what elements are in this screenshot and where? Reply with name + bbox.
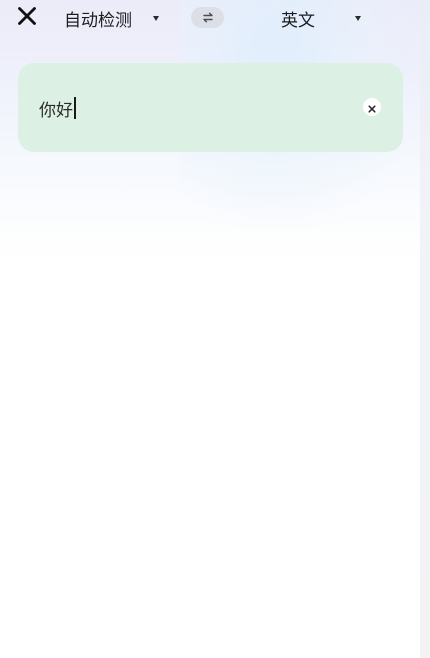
source-text-field[interactable]: 你好 bbox=[39, 95, 76, 121]
target-language-selector[interactable]: 英文 bbox=[281, 5, 361, 31]
target-language-label: 英文 bbox=[281, 10, 315, 31]
caret-down-icon bbox=[153, 15, 159, 21]
caret-down-icon bbox=[355, 15, 361, 21]
source-language-label: 自动检测 bbox=[64, 10, 132, 31]
clear-input-button[interactable] bbox=[363, 98, 381, 116]
close-icon bbox=[17, 6, 37, 30]
close-button[interactable] bbox=[14, 5, 40, 31]
top-bar: 自动检测 英文 bbox=[0, 0, 420, 36]
scroll-edge bbox=[420, 0, 430, 658]
source-text-input[interactable]: 你好 bbox=[18, 63, 403, 152]
source-language-selector[interactable]: 自动检测 bbox=[64, 5, 159, 31]
source-text-value: 你好 bbox=[39, 100, 73, 121]
swap-arrows-icon bbox=[202, 8, 214, 27]
swap-languages-button[interactable] bbox=[191, 7, 224, 28]
translate-screen: 自动检测 英文 你好 bbox=[0, 0, 430, 658]
text-cursor bbox=[74, 97, 76, 119]
clear-icon bbox=[368, 98, 376, 117]
